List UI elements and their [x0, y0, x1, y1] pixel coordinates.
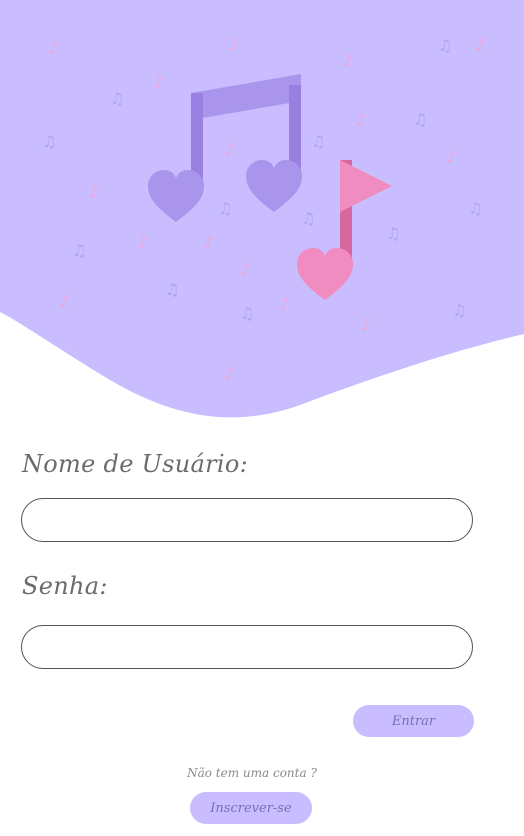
small-note-icon: ♪	[361, 315, 371, 334]
small-note-icon: ♫	[438, 36, 452, 55]
small-note-icon: ♪	[48, 38, 58, 57]
small-note-icon: ♪	[225, 140, 235, 159]
small-note-icon: ♫	[42, 132, 56, 151]
small-note-icon: ♫	[452, 301, 466, 320]
signup-button[interactable]: Inscrever-se	[190, 792, 312, 824]
small-note-icon: ♪	[89, 182, 99, 201]
small-note-icon: ♪	[475, 35, 485, 54]
small-note-icon: ♪	[204, 232, 214, 251]
small-note-icon: ♫	[468, 199, 482, 218]
small-note-icon: ♪	[224, 364, 234, 383]
small-note-icon: ♫	[413, 110, 427, 129]
small-note-icon: ♫	[240, 304, 254, 323]
no-account-text: Não tem uma conta ?	[187, 766, 317, 780]
small-note-icon: ♪	[446, 147, 456, 166]
small-note-icon: ♫	[110, 89, 124, 108]
hero-wave-background	[0, 0, 524, 418]
small-note-icon: ♪	[279, 295, 289, 314]
small-note-icon: ♪	[59, 292, 69, 311]
small-note-icon: ♫	[311, 132, 325, 151]
small-note-icon: ♫	[218, 199, 232, 218]
small-note-icon: ♫	[165, 280, 179, 299]
small-note-icon: ♫	[72, 241, 86, 260]
small-note-icon: ♪	[356, 110, 366, 129]
small-note-icon: ♫	[301, 209, 315, 228]
small-note-icon: ♪	[154, 72, 164, 91]
hero-illustration: ♪ ♪ ♪ ♪ ♪ ♪ ♪ ♪ ♪ ♪ ♪ ♪ ♪ ♪ ♪ ♪ ♫ ♫ ♫ ♫ …	[0, 0, 524, 430]
login-button[interactable]: Entrar	[353, 705, 474, 737]
small-note-icon: ♫	[386, 224, 400, 243]
password-label: Senha:	[22, 572, 108, 600]
small-note-icon: ♪	[240, 260, 250, 279]
small-note-icon: ♪	[138, 232, 148, 251]
username-label: Nome de Usuário:	[22, 450, 249, 478]
username-input[interactable]	[21, 498, 473, 542]
password-input[interactable]	[21, 625, 473, 669]
small-note-icon: ♪	[343, 51, 353, 70]
small-note-icon: ♪	[229, 35, 239, 54]
